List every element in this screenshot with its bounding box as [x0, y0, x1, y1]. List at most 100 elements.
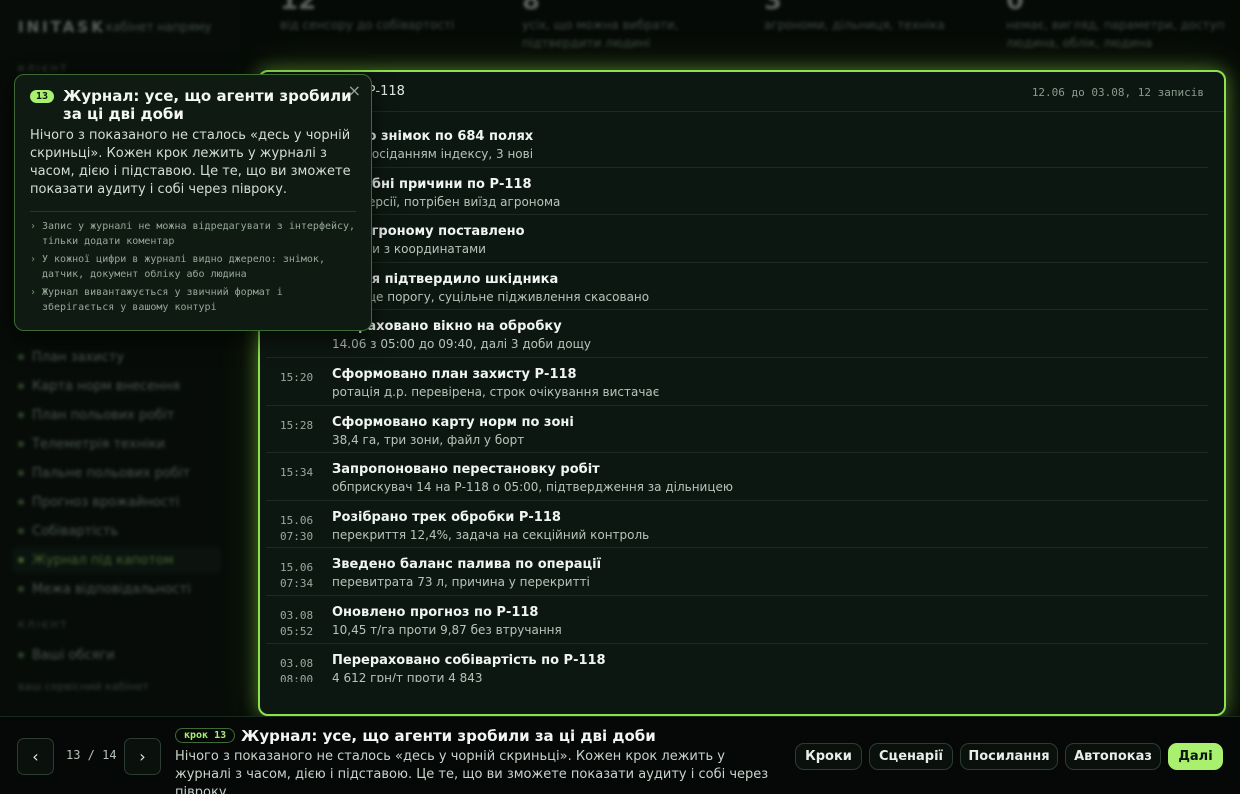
entry-desc: 10,45 т/га проти 9,87 без втручання: [332, 622, 562, 637]
sidebar-item-label: Прогноз врожайності: [32, 494, 180, 510]
entry-title: Оновлено прогноз по Р-118: [332, 604, 539, 620]
bullet-icon: [18, 354, 24, 360]
bullet-icon: [18, 528, 24, 534]
tour-bar: ‹ 13 / 14 › крок 13 Журнал: усе, що аген…: [0, 716, 1240, 794]
brand-logo: INITASK: [18, 18, 106, 36]
entry-time: 03.08 08:00: [280, 656, 314, 682]
sidebar-item-telemetry[interactable]: Телеметрія техніки: [18, 431, 228, 457]
sidebar-item-label: Карта норм внесення: [32, 378, 180, 394]
bullet-icon: [18, 557, 24, 563]
chevron-right-icon: ›: [139, 747, 146, 766]
entry-desc: перевитрата 73 л, причина у перекритті: [332, 575, 590, 590]
step-counter: 13 / 14: [66, 748, 117, 762]
journal-entry[interactable]: ння агроному поставлено 4 точки з координ…: [266, 215, 1208, 263]
stat-value: 3: [764, 0, 783, 16]
sidebar-item-label: План захисту: [32, 349, 125, 365]
stat-caption: немає, вигляд, параметри, доступ людина,…: [1006, 18, 1225, 50]
entry-desc: 4 612 грн/т проти 4 843: [332, 670, 483, 682]
journal-range: 12.06 до 03.08, 12 записів: [1031, 86, 1204, 99]
entry-time: 15:34: [280, 466, 314, 480]
sidebar-footer: ваш сервісний кабінет: [18, 680, 149, 693]
sidebar-item-volumes[interactable]: Ваші обсяги: [18, 642, 228, 668]
entry-desc: обприскувач 14 на Р-118 о 05:00, підтвер…: [332, 480, 734, 495]
bullet-icon: [18, 383, 24, 389]
sidebar-item-label: Межа відповідальності: [32, 581, 191, 597]
journal-entry[interactable]: 15:20 Сформовано план захисту Р-118 ротаці…: [266, 358, 1208, 406]
tooltip-point: У кожної цифри в журналі видно джерело: …: [30, 252, 356, 282]
sidebar-item-yield-forecast[interactable]: Прогноз врожайності: [18, 489, 228, 515]
sidebar-item-cost[interactable]: Собівартість: [18, 518, 228, 544]
sidebar-item-field-plan[interactable]: План польових робіт: [18, 402, 228, 428]
entry-title: Зведено баланс палива по операції: [332, 557, 602, 573]
steps-button[interactable]: Кроки: [795, 743, 862, 770]
sidebar-item-rate-map[interactable]: Карта норм внесення: [18, 373, 228, 399]
tooltip-title: Журнал: усе, що агенти зробили за ці дві…: [63, 87, 352, 123]
stat-card: 12 від сенсору до собівартості: [280, 0, 510, 34]
sidebar-section-label: КЛІЄНТ: [18, 620, 69, 631]
journal-entry[interactable]: 03.08 05:52 Оновлено прогноз по Р-118 10,45…: [266, 596, 1208, 644]
tooltip-point: Журнал вивантажується у звичний формат і…: [30, 285, 356, 315]
tooltip-body: Нічого з показаного не сталось «десь у ч…: [30, 128, 351, 197]
journal-header: дій по полю Р-118 12.06 до 03.08, 12 зап…: [260, 72, 1224, 112]
journal-entry[interactable]: 15.06 07:34 Зведено баланс палива по опера…: [266, 548, 1208, 596]
sidebar-item-label: Телеметрія техніки: [32, 436, 166, 452]
journal-entry[interactable]: 15:28 Сформовано карту норм по зоні 38,4 г…: [266, 406, 1208, 454]
sidebar-item-label: Собівартість: [32, 523, 119, 539]
sidebar-item-journal[interactable]: Журнал під капотом: [12, 547, 222, 573]
sidebar-item-responsibility[interactable]: Межа відповідальності: [18, 576, 228, 602]
tour-description: Нічого з показаного не сталось «десь у ч…: [175, 749, 769, 794]
tour-title: Журнал: усе, що агенти зробили за ці дві…: [241, 727, 656, 745]
links-button[interactable]: Посилання: [960, 743, 1058, 770]
journal-entry[interactable]: влено знімок по 684 полях в із просідання…: [266, 120, 1208, 168]
sidebar-item-label: Ваші обсяги: [32, 647, 115, 663]
scenarios-button[interactable]: Сценарії: [869, 743, 953, 770]
entry-time: 03.08 05:52: [280, 608, 314, 638]
bullet-icon: [18, 412, 24, 418]
next-step-arrow-button[interactable]: ›: [124, 738, 161, 775]
stat-value: 12: [280, 0, 317, 16]
bullet-icon: [18, 470, 24, 476]
bullet-icon: [18, 441, 24, 447]
entry-title: Сформовано карту норм по зоні: [332, 414, 574, 430]
bullet-icon: [18, 586, 24, 592]
stat-card: 8 усіх, що можна вибрати, підтвердити лю…: [522, 0, 752, 52]
bullet-icon: [18, 499, 24, 505]
sidebar-item-label: Журнал під капотом: [32, 552, 174, 568]
entry-title: Розібрано трек обробки Р-118: [332, 509, 561, 525]
journal-entry[interactable]: 03.08 08:00 Перераховано собівартість по Р…: [266, 644, 1208, 682]
journal-entry[interactable]: но хибні причини по Р-118 сь 2 версії, по…: [266, 168, 1208, 216]
journal-entry[interactable]: ження підтвердило шкідника ть вище порогу…: [266, 263, 1208, 311]
sidebar-item-protection-plan[interactable]: План захисту: [18, 344, 228, 370]
autoplay-button[interactable]: Автопоказ: [1065, 743, 1161, 770]
entry-title: Перераховано собівартість по Р-118: [332, 652, 606, 668]
entry-title: Запропоновано перестановку робіт: [332, 462, 600, 478]
stats-row: 12 від сенсору до собівартості 8 усіх, щ…: [258, 0, 1228, 60]
stat-caption: від сенсору до собівартості: [280, 18, 455, 32]
prev-step-button[interactable]: ‹: [17, 738, 54, 775]
tooltip-points: Запис у журналі не можна відредагувати з…: [30, 219, 356, 318]
entry-desc: 14.06 з 05:00 до 09:40, далі 3 доби дощу: [332, 337, 592, 352]
entry-time: 15.06 07:30: [280, 513, 314, 543]
journal-entry[interactable]: 15.06 07:30 Розібрано трек обробки Р-118 пе…: [266, 501, 1208, 549]
journal-entry[interactable]: Розраховано вікно на обробку 14.06 з 05:0…: [266, 310, 1208, 358]
entry-desc: 38,4 га, три зони, файл у борт: [332, 432, 525, 447]
entry-time: 15.06 07:34: [280, 561, 314, 591]
step-badge: крок 13: [175, 728, 236, 743]
entry-time: 15:28: [280, 418, 314, 432]
tooltip-point: Запис у журналі не можна відредагувати з…: [30, 219, 356, 249]
tour-tooltip: 13 Журнал: усе, що агенти зробили за ці …: [14, 74, 372, 331]
stat-value: 0: [1006, 0, 1025, 16]
journal-panel: дій по полю Р-118 12.06 до 03.08, 12 зап…: [258, 70, 1226, 716]
brand-subtitle: кабінет напряму: [106, 20, 212, 34]
next-button[interactable]: Далі: [1168, 743, 1223, 770]
entry-desc: ротація д.р. перевірена, строк очікуванн…: [332, 384, 660, 399]
entry-time: 15:20: [280, 370, 314, 384]
sidebar-item-label: План польових робіт: [32, 407, 175, 423]
journal-entry[interactable]: 15:34 Запропоновано перестановку робіт обп…: [266, 453, 1208, 501]
stat-caption: агрономи, дільниця, техніка: [764, 18, 945, 32]
sidebar-item-fuel[interactable]: Пальне польових робіт: [18, 460, 228, 486]
close-icon[interactable]: ×: [348, 81, 361, 100]
stat-value: 8: [522, 0, 541, 16]
journal-list[interactable]: влено знімок по 684 полях в із просідання…: [266, 120, 1208, 682]
stat-caption: усіх, що можна вибрати, підтвердити люди…: [522, 18, 679, 50]
